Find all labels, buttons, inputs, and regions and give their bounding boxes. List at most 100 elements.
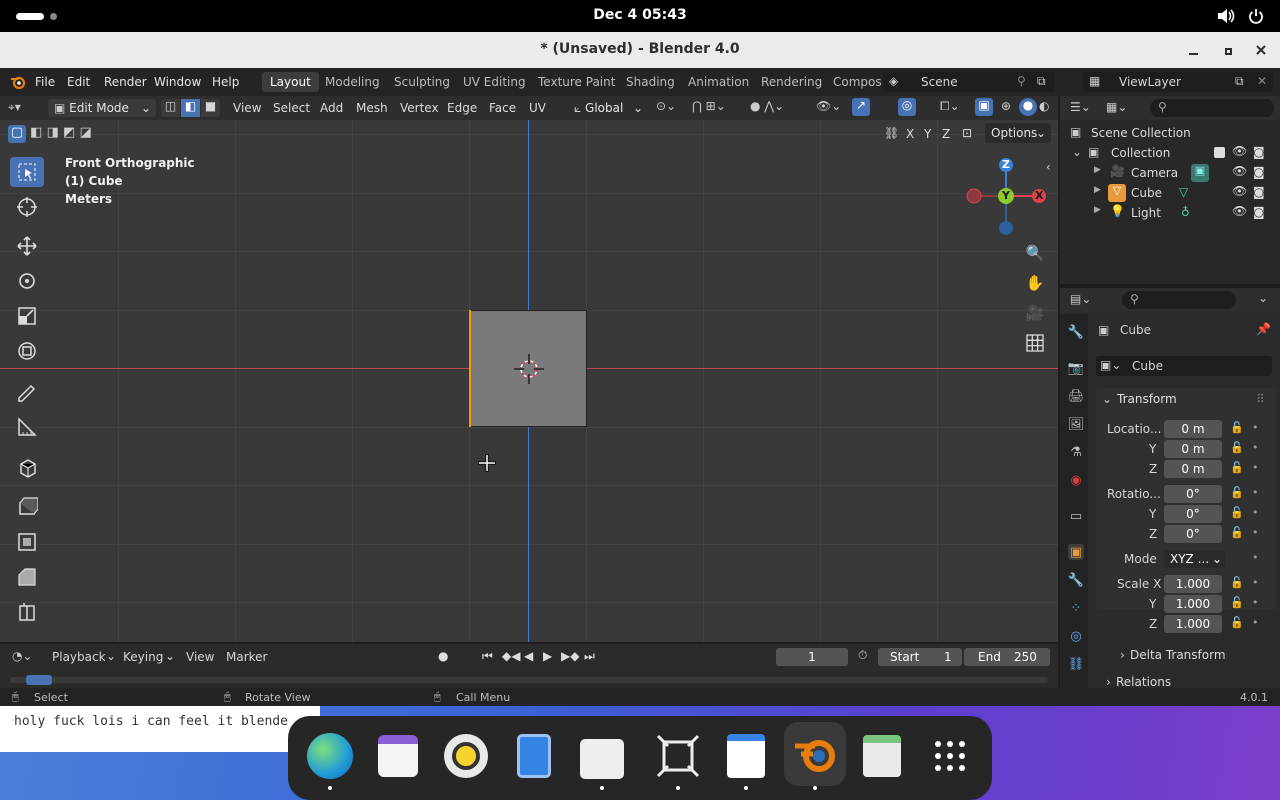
axis-lock-z[interactable]: Z — [942, 127, 950, 141]
xray-toggle-icon[interactable]: ▣ — [975, 98, 993, 116]
stopwatch-icon[interactable]: ⏱ — [858, 648, 867, 663]
new-view-layer-icon[interactable]: ⧉ — [1235, 74, 1244, 89]
timeline-editor-icon[interactable]: ◔⌄ — [12, 649, 33, 663]
visibility-icon[interactable]: 👁⌄ — [816, 99, 841, 113]
scale-z-field[interactable]: 1.000 — [1164, 615, 1222, 633]
tab-compositing[interactable]: Compos — [825, 72, 890, 92]
mesh-data-icon[interactable]: ▽ — [1179, 185, 1188, 199]
physics-tab-icon[interactable]: ◎ — [1068, 628, 1084, 644]
location-y-field[interactable]: 0 m — [1164, 440, 1222, 458]
menu-marker[interactable]: Marker — [226, 650, 267, 664]
particles-tab-icon[interactable]: ⁘ — [1068, 600, 1084, 616]
pin-icon[interactable]: 📌 — [1256, 322, 1271, 336]
eye-icon[interactable]: 👁 — [1232, 164, 1247, 178]
outliner-scene-collection[interactable]: ▣ Scene Collection — [1060, 123, 1280, 143]
tab-animation[interactable]: Animation — [680, 72, 757, 92]
maximize-icon[interactable] — [1221, 44, 1235, 58]
menu-uv[interactable]: UV — [529, 101, 546, 115]
solid-shading-icon[interactable]: ● — [1019, 98, 1037, 116]
play-reverse-icon[interactable]: ◀ — [524, 649, 533, 663]
expand-chevron-icon[interactable]: › — [1120, 648, 1125, 662]
pan-hand-icon[interactable]: ✋ — [1024, 272, 1046, 294]
wireframe-shading-icon[interactable]: ⊕ — [1001, 99, 1011, 113]
vertex-select-icon[interactable]: ◫ — [161, 99, 180, 117]
edge-select-icon[interactable]: ◧ — [181, 99, 200, 117]
collection-tab-icon[interactable]: ▭ — [1068, 508, 1084, 524]
options-dropdown[interactable]: Options ⌄ — [985, 123, 1051, 143]
trash-icon[interactable] — [856, 730, 908, 782]
next-keyframe-icon[interactable]: ▶◆ — [561, 649, 579, 663]
display-mode-icon[interactable]: ▦⌄ — [1106, 100, 1127, 114]
world-tab-icon[interactable]: ◉ — [1068, 472, 1084, 488]
loop-cut-tool[interactable] — [10, 597, 44, 627]
pin-icon[interactable]: ⚲ — [1017, 74, 1026, 88]
zoom-icon[interactable]: 🔍 — [1024, 242, 1046, 264]
current-frame-field[interactable]: 1 — [776, 648, 848, 666]
editor-type-icon[interactable]: ⌖▾ — [8, 100, 21, 115]
tab-layout[interactable]: Layout — [262, 72, 319, 92]
tab-sculpting[interactable]: Sculpting — [386, 72, 458, 92]
menu-view[interactable]: View — [186, 650, 214, 664]
annotate-tool[interactable] — [10, 376, 44, 406]
expand-chevron-icon[interactable]: › — [1106, 675, 1111, 689]
checkbox-icon[interactable] — [1214, 147, 1225, 158]
transform-tool[interactable] — [10, 336, 44, 366]
rhythmbox-icon[interactable] — [440, 730, 492, 782]
keyframe-dot[interactable]: • — [1252, 576, 1259, 589]
pivot-point-icon[interactable]: ⊙⌄ — [656, 99, 676, 113]
terminal-window[interactable]: holy fuck lois i can feel it blende — [0, 706, 320, 752]
close-icon[interactable] — [1254, 43, 1268, 57]
material-shading-icon[interactable]: ◐ — [1039, 99, 1049, 113]
collapse-chevron-icon[interactable]: ⌄ — [1102, 392, 1112, 406]
chevron-down-icon[interactable]: ⌄ — [1258, 291, 1268, 305]
select-box-tool[interactable] — [10, 157, 44, 187]
app-grid-icon[interactable] — [924, 730, 976, 782]
3d-cursor[interactable] — [514, 354, 544, 384]
scene-tab-icon[interactable]: ⚗ — [1068, 444, 1084, 460]
scale-tool[interactable] — [10, 301, 44, 331]
select-new-icon[interactable]: ▢ — [8, 125, 26, 143]
camera-render-icon[interactable]: ◙ — [1253, 205, 1265, 219]
mirror-icon[interactable]: ⛓ — [884, 126, 899, 140]
record-icon[interactable]: ● — [438, 649, 448, 663]
lock-icon[interactable]: 🔓 — [1230, 596, 1244, 609]
expand-icon[interactable]: ▶ — [1094, 205, 1101, 215]
prev-keyframe-icon[interactable]: ◆◀ — [502, 649, 520, 663]
menu-edit[interactable]: Edit — [67, 75, 90, 89]
transform-orientation-dropdown[interactable]: ⟀ Global ⌄ — [568, 99, 648, 117]
keyframe-dot[interactable]: • — [1252, 596, 1259, 609]
power-icon[interactable] — [1246, 7, 1266, 25]
scale-y-field[interactable]: 1.000 — [1164, 595, 1222, 613]
light-data-icon[interactable]: ♁ — [1181, 205, 1190, 219]
keyframe-dot[interactable]: • — [1252, 526, 1259, 539]
menu-vertex[interactable]: Vertex — [400, 101, 439, 115]
menu-window[interactable]: Window — [154, 75, 201, 89]
camera-render-icon[interactable]: ◙ — [1253, 145, 1265, 159]
camera-data-icon[interactable]: ▣ — [1191, 164, 1209, 182]
measure-tool[interactable] — [10, 412, 44, 442]
menu-select[interactable]: Select — [273, 101, 310, 115]
3d-viewport[interactable]: Front Orthographic (1) Cube Meters ▢ ◧ ◨… — [0, 120, 1058, 642]
rotation-mode-dropdown[interactable]: XYZ ... ⌄ — [1164, 550, 1226, 568]
gizmo-toggle-icon[interactable]: ↗ — [852, 98, 870, 116]
menu-file[interactable]: File — [35, 75, 55, 89]
extrude-tool[interactable] — [10, 491, 44, 521]
selection-mode-icons[interactable]: ▢ ◧ ◨ ◩ ◪ — [8, 125, 108, 143]
navigation-gizmo[interactable]: Z Y X — [962, 156, 1050, 236]
object-tab-icon[interactable]: ▣ — [1068, 544, 1084, 560]
menu-face[interactable]: Face — [489, 101, 516, 115]
timeline-scrubber[interactable] — [10, 675, 1048, 685]
transform-header[interactable]: Transform — [1117, 392, 1177, 406]
volume-icon[interactable] — [1216, 7, 1236, 25]
expand-icon[interactable]: ▶ — [1094, 165, 1101, 175]
lock-icon[interactable]: 🔓 — [1230, 461, 1244, 474]
tab-uv-editing[interactable]: UV Editing — [455, 72, 534, 92]
scale-x-field[interactable]: 1.000 — [1164, 575, 1222, 593]
mesh-overlays-icon[interactable]: ⧠⌄ — [940, 99, 960, 114]
snap-icon[interactable]: ⋂ ⊞⌄ — [692, 99, 726, 113]
menu-help[interactable]: Help — [212, 75, 239, 89]
menu-render[interactable]: Render — [104, 75, 147, 89]
outliner-item-light[interactable]: ▶ 💡 Light ♁ 👁 ◙ — [1060, 203, 1280, 223]
overlays-toggle-icon[interactable]: ◎ — [898, 98, 916, 116]
eye-icon[interactable]: 👁 — [1232, 184, 1247, 198]
